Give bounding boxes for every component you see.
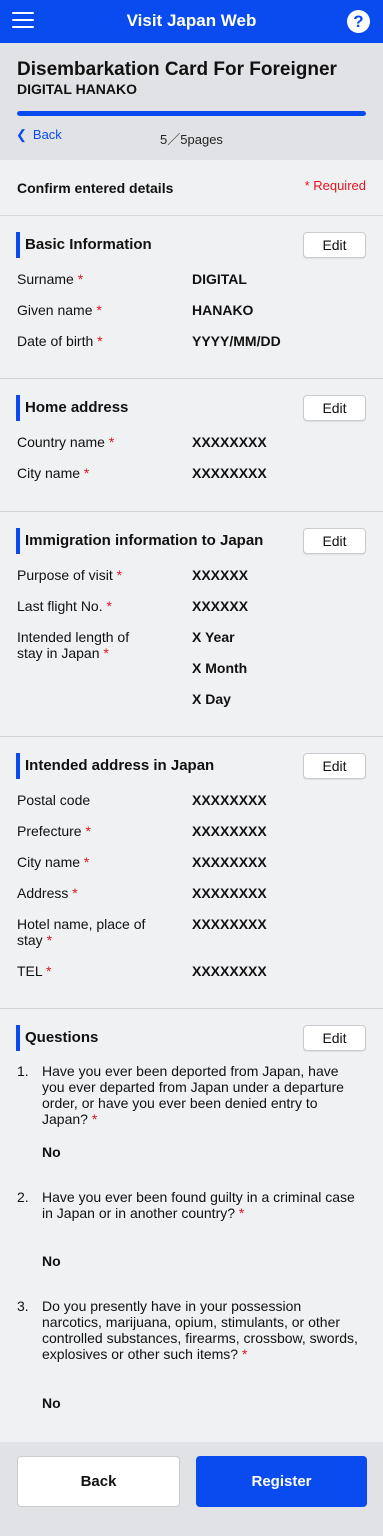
question-answer: No [42, 1144, 61, 1160]
page-title: Disembarkation Card For Foreigner [17, 59, 337, 80]
purpose-label: Purpose of visit * [17, 567, 123, 583]
section-japan-address: Intended address in Japan Edit Postal co… [0, 738, 383, 1009]
question-text: Do you presently have in your possession… [42, 1298, 358, 1362]
help-icon[interactable]: ? [347, 10, 370, 33]
stay-length-label: Intended length of stay in Japan * [17, 629, 130, 661]
question-number: 1. [17, 1063, 29, 1079]
app-title: Visit Japan Web [126, 11, 257, 30]
stay-months-value: X Month [192, 660, 248, 676]
address-value: XXXXXXXX [192, 885, 267, 901]
progress-bar [17, 111, 366, 116]
dob-value: YYYY/MM/DD [192, 333, 281, 349]
postal-code-value: XXXXXXXX [192, 792, 267, 808]
back-button[interactable]: Back [17, 1456, 180, 1507]
country-name-label: Country name * [17, 434, 115, 450]
confirm-header: Confirm entered details * Required [0, 160, 383, 216]
confirm-title: Confirm entered details [17, 180, 174, 196]
section-basic-information: Basic Information Edit Surname * DIGITAL… [0, 217, 383, 379]
section-questions: Questions Edit 1. Have you ever been dep… [0, 1010, 383, 1442]
city-name-value: XXXXXXXX [192, 465, 267, 481]
question-text: Have you ever been deported from Japan, … [42, 1063, 344, 1127]
page-counter: 5／5pages [160, 132, 223, 147]
flight-label: Last flight No. * [17, 598, 112, 614]
edit-questions-button[interactable]: Edit [303, 1025, 366, 1051]
city-name-label: City name * [17, 465, 90, 481]
section-title: Immigration information to Japan [16, 528, 263, 554]
top-app-bar: Visit Japan Web ? [0, 0, 383, 43]
question-answer: No [42, 1253, 61, 1269]
edit-basic-information-button[interactable]: Edit [303, 232, 366, 258]
question-number: 2. [17, 1189, 29, 1205]
country-name-value: XXXXXXXX [192, 434, 267, 450]
given-name-value: HANAKO [192, 302, 254, 318]
question-number: 3. [17, 1298, 29, 1314]
applicant-name: DIGITAL HANAKO [17, 81, 138, 97]
dob-label: Date of birth * [17, 333, 103, 349]
section-title: Questions [16, 1025, 98, 1051]
section-title: Intended address in Japan [16, 753, 214, 779]
prefecture-label: Prefecture * [17, 823, 91, 839]
surname-value: DIGITAL [192, 271, 247, 287]
edit-japan-address-button[interactable]: Edit [303, 753, 366, 779]
prefecture-value: XXXXXXXX [192, 823, 267, 839]
stay-days-value: X Day [192, 691, 231, 707]
question-answer: No [42, 1395, 61, 1411]
purpose-value: XXXXXX [192, 567, 249, 583]
given-name-label: Given name * [17, 302, 102, 318]
progress-fill [17, 111, 366, 116]
section-title: Basic Information [16, 232, 152, 258]
flight-value: XXXXXX [192, 598, 249, 614]
stay-years-value: X Year [192, 629, 235, 645]
register-button[interactable]: Register [196, 1456, 367, 1507]
section-home-address: Home address Edit Country name * XXXXXXX… [0, 380, 383, 512]
section-title: Home address [16, 395, 128, 421]
surname-label: Surname * [17, 271, 84, 287]
page-header: Disembarkation Card For Foreigner DIGITA… [0, 43, 383, 160]
postal-code-label: Postal code [17, 792, 91, 808]
address-label: Address * [17, 885, 78, 901]
footer-actions: Back Register [0, 1442, 383, 1536]
question-text: Have you ever been found guilty in a cri… [42, 1189, 355, 1221]
tel-value: XXXXXXXX [192, 963, 267, 979]
section-immigration-information: Immigration information to Japan Edit Pu… [0, 513, 383, 737]
required-note: * Required [304, 178, 366, 193]
edit-home-address-button[interactable]: Edit [303, 395, 366, 421]
hotel-label: Hotel name, place of stay * [17, 916, 146, 948]
city-label: City name * [17, 854, 90, 870]
city-value: XXXXXXXX [192, 854, 267, 870]
edit-immigration-button[interactable]: Edit [303, 528, 366, 554]
tel-label: TEL * [17, 963, 52, 979]
hotel-value: XXXXXXXX [192, 916, 267, 932]
